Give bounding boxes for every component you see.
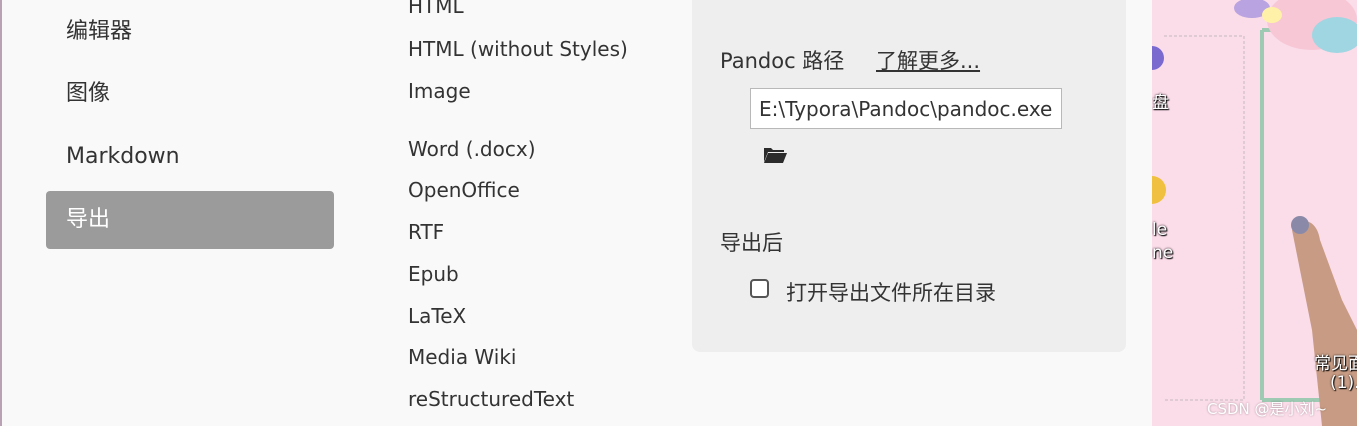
- format-rtf[interactable]: RTF: [408, 220, 444, 244]
- format-media-wiki[interactable]: Media Wiki: [408, 345, 516, 369]
- preferences-sidebar: 编辑器 图像 Markdown 导出: [2, 0, 362, 426]
- desktop-wallpaper: 盘 le ne 常见面 (1).: [1152, 0, 1357, 426]
- sidebar-item-markdown[interactable]: Markdown: [46, 128, 334, 186]
- desktop-icon-label[interactable]: 盘: [1152, 88, 1169, 113]
- open-export-dir-checkbox[interactable]: [750, 279, 769, 298]
- format-image[interactable]: Image: [408, 79, 471, 103]
- sidebar-item-image[interactable]: 图像: [46, 65, 334, 123]
- format-epub[interactable]: Epub: [408, 262, 459, 286]
- format-html-without-styles[interactable]: HTML (without Styles): [408, 37, 628, 61]
- learn-more-link[interactable]: 了解更多...: [876, 45, 980, 75]
- preferences-dialog: 编辑器 图像 Markdown 导出 HTML HTML (without St…: [0, 0, 1152, 426]
- desktop-icon-label[interactable]: ne: [1152, 243, 1173, 263]
- desktop-icon-label[interactable]: le: [1152, 220, 1167, 240]
- format-openoffice[interactable]: OpenOffice: [408, 178, 520, 202]
- folder-icon[interactable]: [762, 144, 788, 166]
- screen: 编辑器 图像 Markdown 导出 HTML HTML (without St…: [0, 0, 1357, 426]
- format-restructuredtext[interactable]: reStructuredText: [408, 387, 574, 411]
- sidebar-item-editor[interactable]: 编辑器: [46, 3, 334, 61]
- sidebar-item-export[interactable]: 导出: [46, 191, 334, 249]
- format-word[interactable]: Word (.docx): [408, 137, 536, 161]
- csdn-watermark: CSDN @是小刘~: [1207, 400, 1328, 418]
- pandoc-path-input[interactable]: [750, 88, 1062, 129]
- desktop-icon-label[interactable]: (1).: [1330, 373, 1357, 393]
- open-export-dir-label: 打开导出文件所在目录: [786, 281, 996, 305]
- desktop-icon-label[interactable]: 常见面: [1314, 349, 1357, 374]
- export-settings-panel: Pandoc 路径 了解更多... 导出后 打开导出文件所在目录: [692, 0, 1126, 352]
- pandoc-path-label: Pandoc 路径: [720, 49, 845, 73]
- format-html[interactable]: HTML: [408, 0, 464, 18]
- format-latex[interactable]: LaTeX: [408, 304, 466, 328]
- export-format-list: HTML HTML (without Styles) Image Word (.…: [408, 0, 678, 426]
- after-export-label: 导出后: [720, 231, 783, 255]
